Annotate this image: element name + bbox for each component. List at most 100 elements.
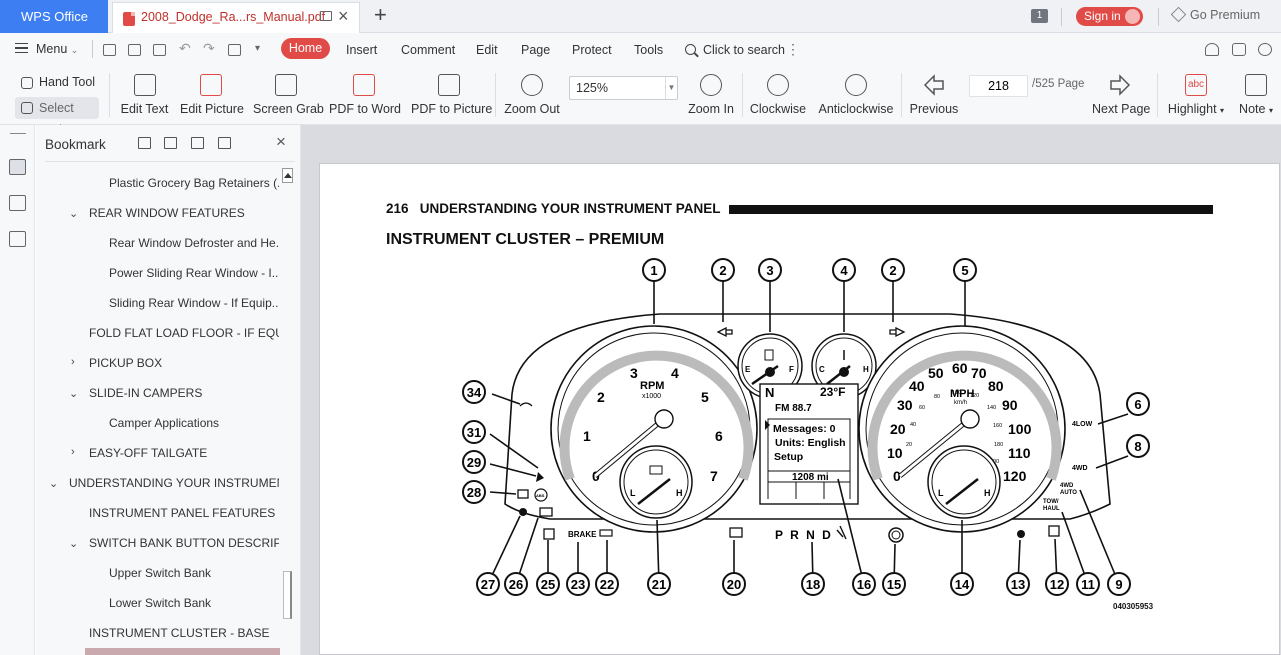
- callout-number: 2: [889, 263, 896, 278]
- bookmark-options-icon[interactable]: [164, 137, 177, 149]
- redo-icon[interactable]: ↷: [203, 40, 216, 56]
- share-icon[interactable]: [1232, 43, 1246, 56]
- bookmark-item[interactable]: Camper Applications: [109, 416, 279, 430]
- bookmark-item[interactable]: INSTRUMENT PANEL FEATURES: [89, 506, 279, 520]
- tab-page[interactable]: Page: [521, 43, 550, 57]
- highlight-button[interactable]: abc Highlight ▾: [1165, 65, 1227, 125]
- chevron-down-icon[interactable]: ⌄: [69, 537, 78, 550]
- print-icon[interactable]: [153, 44, 166, 56]
- tab-comment[interactable]: Comment: [401, 43, 455, 57]
- export-icon[interactable]: [228, 44, 241, 56]
- pdf-to-picture-button[interactable]: PDF to Picture: [411, 65, 493, 125]
- bookmark-item[interactable]: INSTRUMENT CLUSTER - BASE: [89, 626, 279, 640]
- bookmark-item[interactable]: Upper Switch Bank: [109, 566, 279, 580]
- current-page-input[interactable]: [969, 75, 1028, 97]
- arrow-left-icon: [923, 74, 945, 96]
- quick-access-dropdown-icon[interactable]: ▾: [255, 43, 268, 55]
- display-setup: Setup: [774, 451, 803, 463]
- scroll-up-button[interactable]: [282, 168, 293, 183]
- chevron-right-icon[interactable]: ›: [71, 446, 75, 458]
- tab-home[interactable]: Home: [281, 38, 330, 59]
- page-total: /525 Page: [1032, 78, 1085, 90]
- pin-tab-icon[interactable]: [320, 11, 332, 21]
- zoom-in-button[interactable]: Zoom In: [686, 65, 736, 125]
- chevron-down-icon[interactable]: ▼: [665, 77, 677, 99]
- window-count-badge[interactable]: 1: [1031, 9, 1048, 23]
- next-page-button[interactable]: Next Page: [1092, 65, 1150, 125]
- callout-8: 8: [1126, 434, 1150, 458]
- highlight-label: Highlight ▾: [1167, 102, 1225, 116]
- bookmark-item[interactable]: Lower Switch Bank: [109, 596, 279, 610]
- bookmark-item[interactable]: SWITCH BANK BUTTON DESCRIP...: [89, 536, 279, 550]
- previous-page-button[interactable]: Previous: [908, 65, 960, 125]
- more-options-icon[interactable]: ⋮: [786, 41, 800, 58]
- chevron-right-icon[interactable]: ›: [71, 356, 75, 368]
- rail-collapse-bar[interactable]: [10, 133, 26, 134]
- note-button[interactable]: Note ▾: [1236, 65, 1276, 125]
- rotate-anticlockwise-button[interactable]: Anticlockwise: [818, 65, 894, 125]
- add-user-icon[interactable]: [1205, 43, 1219, 56]
- hand-tool-button[interactable]: Hand Tool: [15, 75, 95, 89]
- bookmark-item[interactable]: Plastic Grocery Bag Retainers (...: [109, 176, 279, 190]
- main-menu-button[interactable]: Menu ⌄: [15, 42, 78, 56]
- screen-grab-button[interactable]: Screen Grab: [253, 65, 324, 125]
- wps-office-tab[interactable]: WPS Office: [0, 0, 108, 33]
- open-file-icon[interactable]: [103, 44, 116, 56]
- pdf-to-word-button[interactable]: PDF to Word: [329, 65, 401, 125]
- bookmark-item[interactable]: Power Sliding Rear Window - I...: [109, 266, 279, 280]
- bookmark-item[interactable]: SLIDE-IN CAMPERS: [89, 386, 279, 400]
- chevron-down-icon[interactable]: ⌄: [69, 387, 78, 400]
- save-icon[interactable]: [128, 44, 141, 56]
- bookmark-item[interactable]: UNDERSTANDING YOUR INSTRUMEN...: [69, 476, 279, 490]
- menu-label: Menu: [36, 42, 68, 56]
- washer-fluid-icon: [888, 527, 904, 543]
- zoom-out-button[interactable]: Zoom Out: [503, 65, 561, 125]
- bookmark-item[interactable]: FOLD FLAT LOAD FLOOR - IF EQUI...: [89, 326, 279, 340]
- undo-icon[interactable]: ↶: [179, 40, 192, 56]
- edit-picture-button[interactable]: Edit Picture: [180, 65, 244, 125]
- bookmark-panel-icon[interactable]: [9, 159, 26, 175]
- tab-protect[interactable]: Protect: [572, 43, 612, 57]
- settings-gear-icon[interactable]: [1258, 43, 1272, 56]
- bookmark-item[interactable]: Rear Window Defroster and He...: [109, 236, 279, 250]
- bookmark-item[interactable]: PICKUP BOX: [89, 356, 279, 370]
- close-tab-icon[interactable]: ×: [338, 6, 349, 27]
- callout-21: 21: [647, 572, 671, 596]
- speedo-tick: 80: [988, 378, 1004, 394]
- document-tab[interactable]: 2008_Dodge_Ra...rs_Manual.pdf ×: [112, 2, 360, 33]
- tach-tick: 1: [583, 428, 591, 444]
- bookmark-scrollbar-thumb[interactable]: [283, 571, 292, 619]
- edit-text-button[interactable]: Edit Text: [119, 65, 170, 125]
- chevron-down-icon[interactable]: ⌄: [69, 207, 78, 220]
- bookmark-item[interactable]: EASY-OFF TAILGATE: [89, 446, 279, 460]
- chevron-down-icon[interactable]: ⌄: [49, 477, 58, 490]
- thumbnail-panel-icon[interactable]: [9, 195, 26, 211]
- callout-18: 18: [801, 572, 825, 596]
- add-bookmark-icon[interactable]: [138, 137, 151, 149]
- collapse-bookmarks-icon[interactable]: [218, 137, 231, 149]
- close-panel-icon[interactable]: ×: [276, 132, 286, 152]
- rotate-clockwise-button[interactable]: Clockwise: [749, 65, 807, 125]
- document-viewport[interactable]: 216 UNDERSTANDING YOUR INSTRUMENT PANEL …: [301, 125, 1281, 655]
- tab-tools[interactable]: Tools: [634, 43, 663, 57]
- tab-edit[interactable]: Edit: [476, 43, 498, 57]
- callout-2: 2: [711, 258, 735, 282]
- select-tool-button[interactable]: Select Tool: [15, 97, 99, 137]
- selected-bookmark-highlight[interactable]: [85, 648, 280, 655]
- sign-in-button[interactable]: Sign in: [1076, 7, 1143, 26]
- titlebar-divider: [1158, 8, 1159, 26]
- search-box[interactable]: Click to search: [685, 43, 785, 57]
- bookmark-item[interactable]: Sliding Rear Window - If Equip...: [109, 296, 279, 310]
- expand-bookmarks-icon[interactable]: [191, 137, 204, 149]
- annotation-panel-icon[interactable]: [9, 231, 26, 247]
- zoom-level-select[interactable]: 125% ▼: [569, 76, 678, 100]
- go-premium-button[interactable]: Go Premium: [1170, 6, 1260, 23]
- tab-insert[interactable]: Insert: [346, 43, 377, 57]
- temp-cold-label: C: [819, 365, 825, 374]
- pdf-to-picture-label: PDF to Picture: [411, 102, 493, 116]
- new-tab-icon[interactable]: +: [374, 2, 387, 28]
- sign-in-label: Sign in: [1084, 9, 1121, 23]
- bookmark-item[interactable]: REAR WINDOW FEATURES: [89, 206, 279, 220]
- callout-6: 6: [1126, 392, 1150, 416]
- callout-27: 27: [476, 572, 500, 596]
